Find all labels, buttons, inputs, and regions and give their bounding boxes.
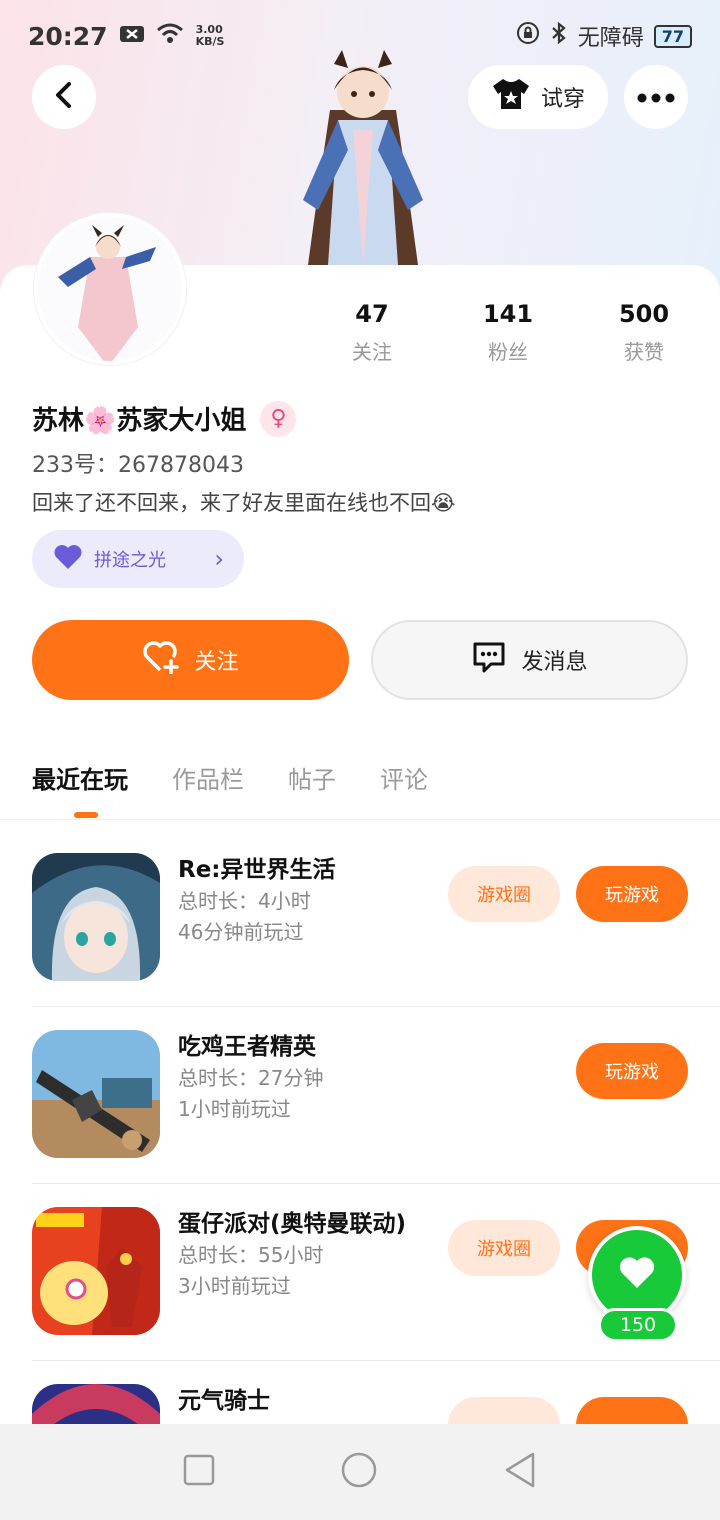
game-row[interactable]: 吃鸡王者精英 总时长：27分钟 1小时前玩过 玩游戏 xyxy=(32,1007,720,1184)
system-navigation-bar xyxy=(0,1424,720,1520)
game-circle-button[interactable]: 游戏圈 xyxy=(448,866,560,922)
stat-following[interactable]: 47 关注 xyxy=(327,300,417,365)
stat-likes[interactable]: 500 获赞 xyxy=(599,300,689,365)
try-on-button[interactable]: 试穿 xyxy=(468,65,608,129)
game-title: 蛋仔派对(奥特曼联动) xyxy=(178,1211,407,1237)
bluetooth-icon xyxy=(550,21,568,51)
home-icon[interactable] xyxy=(340,1451,378,1493)
stat-value: 500 xyxy=(618,300,670,328)
stat-label: 获赞 xyxy=(624,340,664,364)
like-count: 150 xyxy=(598,1308,678,1342)
like-floating-button[interactable]: 150 xyxy=(588,1226,688,1342)
send-message-label: 发消息 xyxy=(521,650,588,675)
game-duration: 总时长：27分钟 xyxy=(178,1066,324,1090)
stat-followers[interactable]: 141 粉丝 xyxy=(463,300,553,365)
wifi-icon xyxy=(156,22,184,50)
nickname-row: 苏林🌸苏家大小姐 ♀ xyxy=(32,400,297,437)
avatar-character-figure xyxy=(268,50,458,265)
play-game-button[interactable]: 玩游戏 xyxy=(576,1043,688,1099)
heart-plus-icon xyxy=(142,640,180,680)
lock-rotation-icon xyxy=(516,21,540,51)
network-speed: 3.00 KB/S xyxy=(195,23,225,48)
nickname: 苏林🌸苏家大小姐 xyxy=(32,406,247,436)
follow-button[interactable]: 关注 xyxy=(32,620,349,700)
recent-apps-icon[interactable] xyxy=(183,1454,215,1490)
follow-label: 关注 xyxy=(194,650,239,675)
user-id: 233号：267878043 xyxy=(32,453,244,478)
heart-icon xyxy=(617,1255,657,1295)
heart-badge-icon xyxy=(52,543,84,576)
game-title: Re:异世界生活 xyxy=(178,857,336,883)
back-triangle-icon[interactable] xyxy=(503,1451,537,1493)
stat-label: 粉丝 xyxy=(488,340,528,364)
female-gender-icon: ♀ xyxy=(260,400,297,437)
chevron-right-icon: › xyxy=(214,545,224,573)
game-duration: 总时长：4小时 xyxy=(178,889,311,913)
clock: 20:27 xyxy=(28,21,108,51)
game-title: 元气骑士 xyxy=(178,1388,270,1414)
game-circle-button[interactable]: 游戏圈 xyxy=(448,1220,560,1276)
game-icon-shooter[interactable] xyxy=(32,1030,160,1158)
chat-bubble-icon xyxy=(471,640,507,680)
game-row[interactable]: Re:异世界生活 总时长：4小时 46分钟前玩过 游戏圈 玩游戏 xyxy=(32,830,720,1007)
battery-indicator: 77 xyxy=(653,24,692,48)
tab-recently-played[interactable]: 最近在玩 xyxy=(32,760,128,818)
game-title: 吃鸡王者精英 xyxy=(178,1034,316,1060)
badge-chip-label: 拼途之光 xyxy=(94,550,166,571)
tshirt-icon xyxy=(491,77,531,117)
profile-tabs: 最近在玩 作品栏 帖子 评论 xyxy=(32,760,428,818)
more-button[interactable] xyxy=(624,65,688,129)
notification-icon xyxy=(119,22,144,50)
badge-chip[interactable]: 拼途之光 › xyxy=(32,530,244,588)
chevron-left-icon xyxy=(52,80,76,114)
game-last-played: 46分钟前玩过 xyxy=(178,920,304,944)
game-last-played: 3小时前玩过 xyxy=(178,1274,291,1298)
game-duration: 总时长：55小时 xyxy=(178,1243,324,1267)
more-dots-icon xyxy=(637,88,675,107)
game-icon-re-zero[interactable] xyxy=(32,853,160,981)
try-on-label: 试穿 xyxy=(540,87,585,112)
send-message-button[interactable]: 发消息 xyxy=(371,620,688,700)
accessibility-label: 无障碍 xyxy=(577,26,644,51)
avatar[interactable] xyxy=(34,213,186,365)
tab-comments[interactable]: 评论 xyxy=(380,760,428,795)
stat-value: 141 xyxy=(482,300,534,328)
stat-value: 47 xyxy=(355,300,389,328)
tabs-divider xyxy=(0,819,720,820)
tab-posts[interactable]: 帖子 xyxy=(288,760,336,795)
play-game-button[interactable]: 玩游戏 xyxy=(576,866,688,922)
back-button[interactable] xyxy=(32,65,96,129)
game-icon-eggy-party[interactable] xyxy=(32,1207,160,1335)
stat-label: 关注 xyxy=(352,340,392,364)
game-last-played: 1小时前玩过 xyxy=(178,1097,291,1121)
tab-works[interactable]: 作品栏 xyxy=(172,760,244,795)
bio: 回来了还不回来，来了好友里面在线也不回😭 xyxy=(32,491,456,515)
